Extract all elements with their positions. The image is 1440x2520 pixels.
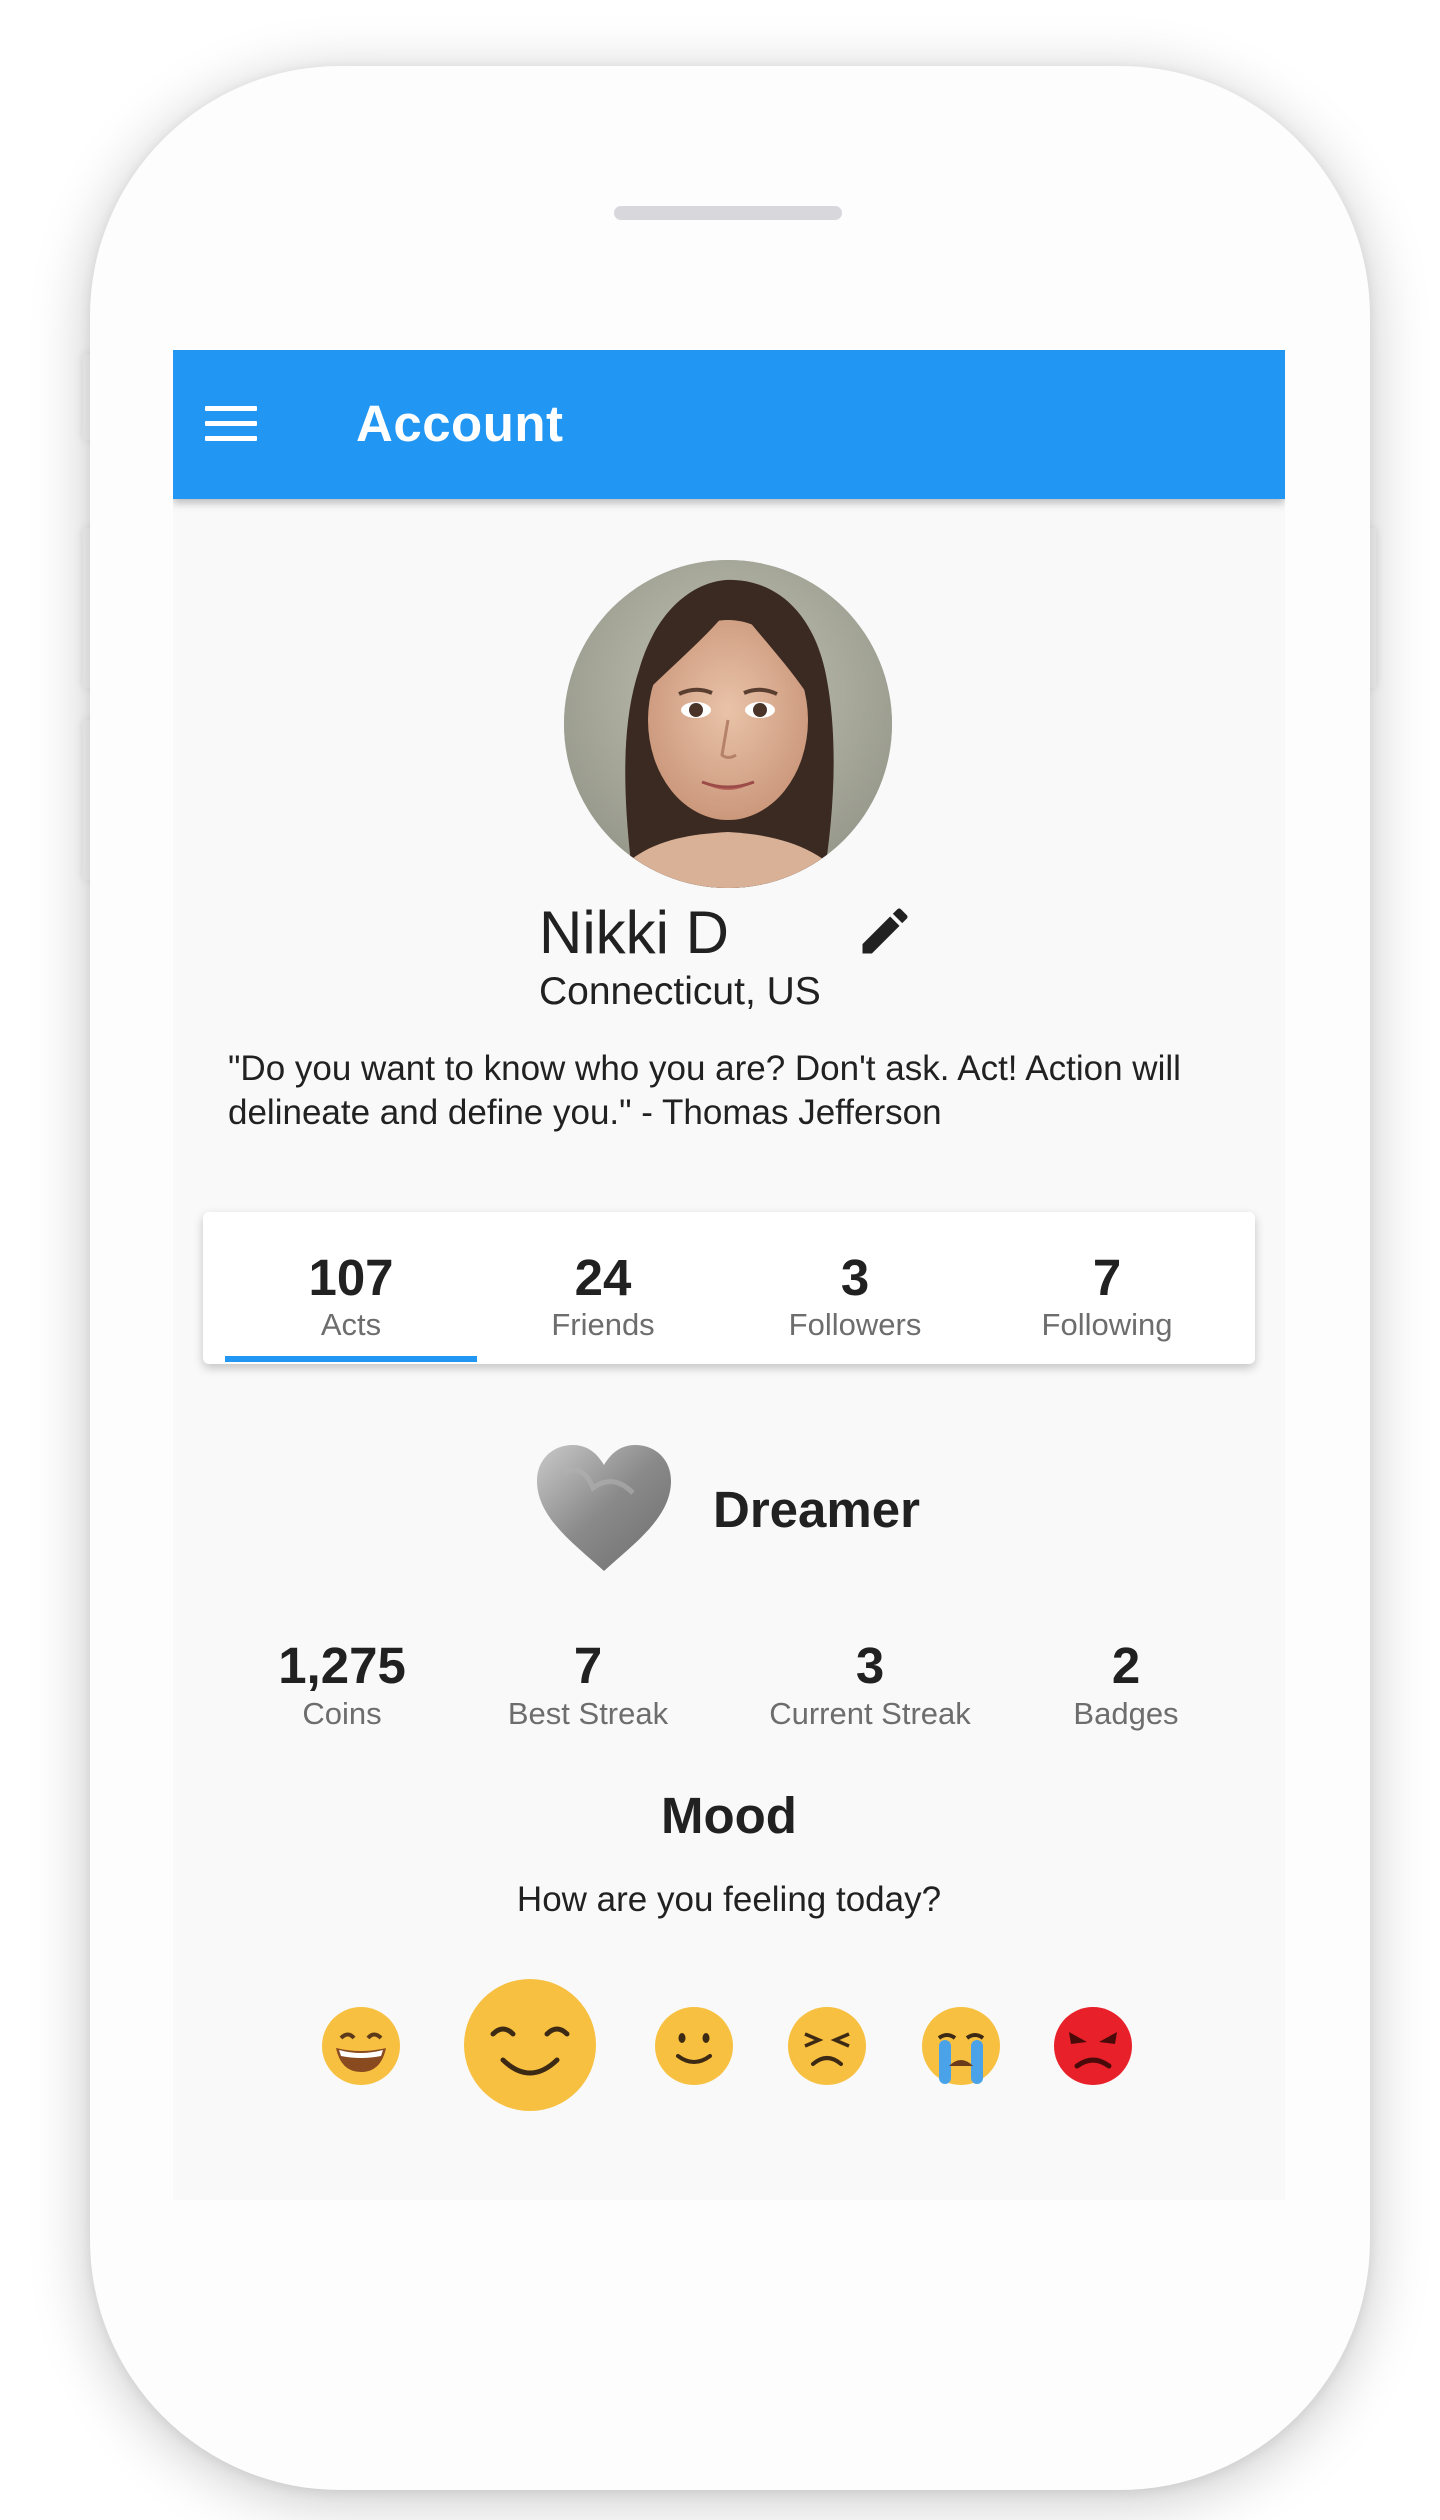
profile-avatar[interactable] (564, 560, 892, 888)
persevering-face-icon[interactable] (787, 2006, 867, 2086)
tab-label: Acts (320, 1307, 382, 1342)
profile-quote: "Do you want to know who you are? Don't … (228, 1049, 1181, 1132)
tab-label: Friends (551, 1307, 655, 1342)
pencil-edit-icon[interactable] (855, 901, 915, 961)
mood-prompt: How are you feeling today? (516, 1880, 942, 1919)
stat-value: 2 (1111, 1637, 1141, 1694)
phone-speaker (614, 206, 842, 220)
stat-label: Badges (1073, 1696, 1179, 1731)
tab-friends[interactable]: 24 Friends (477, 1212, 729, 1364)
tab-count: 107 (308, 1249, 394, 1306)
profile-photo (564, 560, 892, 888)
stat-label: Coins (302, 1696, 382, 1731)
tab-followers[interactable]: 3 Followers (729, 1212, 981, 1364)
stat-label: Best Streak (507, 1696, 669, 1731)
grinning-face-icon[interactable] (321, 2006, 401, 2086)
slightly-smiling-face-icon[interactable] (654, 2006, 734, 2086)
tab-acts[interactable]: 107 Acts (225, 1212, 477, 1364)
mood-title: Mood (661, 1787, 797, 1844)
app-bar-title: Account (356, 395, 564, 452)
selected-tab-indicator (225, 1356, 477, 1362)
tab-count: 24 (574, 1249, 632, 1306)
gray-heart-icon (537, 1445, 671, 1571)
crying-face-icon[interactable] (921, 2006, 1001, 2086)
app-screen: Account Nikki D Connecticut, US "Do you … (173, 350, 1285, 2200)
stat-value: 1,275 (278, 1637, 406, 1694)
stat-value: 7 (573, 1637, 603, 1694)
stat-current-streak: 3 Current Streak (730, 1636, 1010, 1732)
stat-value: 3 (855, 1637, 885, 1694)
stat-best-streak: 7 Best Streak (448, 1636, 728, 1732)
stat-badges: 2 Badges (986, 1636, 1266, 1732)
stat-coins: 1,275 Coins (202, 1636, 482, 1732)
profile-location: Connecticut, US (539, 970, 821, 1013)
level-name: Dreamer (713, 1481, 920, 1538)
hamburger-menu-icon[interactable] (205, 406, 257, 442)
profile-tabs: 107 Acts 24 Friends 3 Followers 7 Follow… (203, 1212, 1255, 1364)
app-bar: Account (173, 350, 1285, 499)
angry-face-icon[interactable] (1053, 2006, 1133, 2086)
tab-count: 3 (840, 1249, 870, 1306)
tab-label: Followers (788, 1307, 922, 1342)
tab-following[interactable]: 7 Following (981, 1212, 1233, 1364)
tab-label: Following (1041, 1307, 1173, 1342)
tab-count: 7 (1092, 1249, 1122, 1306)
smiling-face-icon[interactable] (463, 1978, 597, 2112)
profile-name: Nikki D (539, 899, 729, 966)
stat-label: Current Streak (769, 1696, 971, 1731)
